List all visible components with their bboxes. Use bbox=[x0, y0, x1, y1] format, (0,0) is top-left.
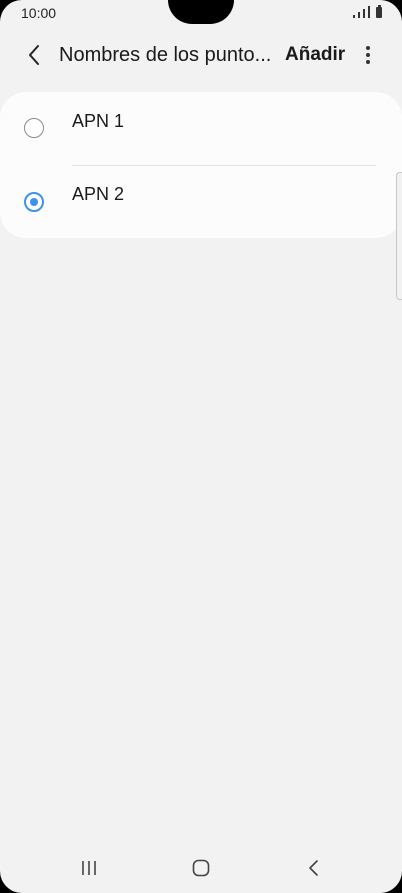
camera-notch bbox=[168, 0, 234, 24]
recent-apps-icon bbox=[82, 861, 96, 875]
phone-screen: 10:00 Nombres de los punto... Añadir APN… bbox=[0, 0, 402, 893]
apn-list-item[interactable]: APN 1 bbox=[0, 92, 402, 164]
more-options-button[interactable] bbox=[356, 43, 380, 67]
apn-list: APN 1 APN 2 bbox=[0, 92, 402, 238]
recent-apps-button[interactable] bbox=[74, 853, 104, 883]
apn-list-item[interactable]: APN 2 bbox=[0, 166, 402, 238]
more-vertical-icon bbox=[366, 46, 370, 64]
chevron-left-icon bbox=[29, 45, 39, 65]
add-button[interactable]: Añadir bbox=[285, 44, 345, 66]
signal-icon-bar bbox=[363, 9, 365, 18]
apn-label: APN 1 bbox=[72, 111, 125, 131]
back-icon bbox=[309, 860, 318, 876]
home-icon bbox=[192, 859, 210, 877]
scrollbar[interactable] bbox=[396, 172, 402, 300]
status-time: 10:00 bbox=[21, 5, 57, 21]
status-icons bbox=[353, 5, 382, 18]
nav-back-button[interactable] bbox=[299, 853, 329, 883]
signal-icon bbox=[353, 15, 355, 18]
back-button[interactable] bbox=[20, 41, 48, 69]
home-button[interactable] bbox=[186, 853, 216, 883]
app-bar: Nombres de los punto... Añadir bbox=[0, 34, 402, 78]
page-title: Nombres de los punto... bbox=[59, 44, 271, 66]
radio-button-selected[interactable] bbox=[24, 192, 44, 212]
status-bar: 10:00 bbox=[0, 0, 402, 26]
navigation-bar bbox=[0, 843, 402, 893]
radio-selected-dot bbox=[30, 198, 38, 206]
apn-label: APN 2 bbox=[72, 184, 125, 204]
radio-button-unselected[interactable] bbox=[24, 118, 44, 138]
battery-icon bbox=[376, 5, 382, 18]
signal-icon-bar bbox=[358, 12, 360, 18]
signal-icon-bar bbox=[368, 6, 370, 18]
